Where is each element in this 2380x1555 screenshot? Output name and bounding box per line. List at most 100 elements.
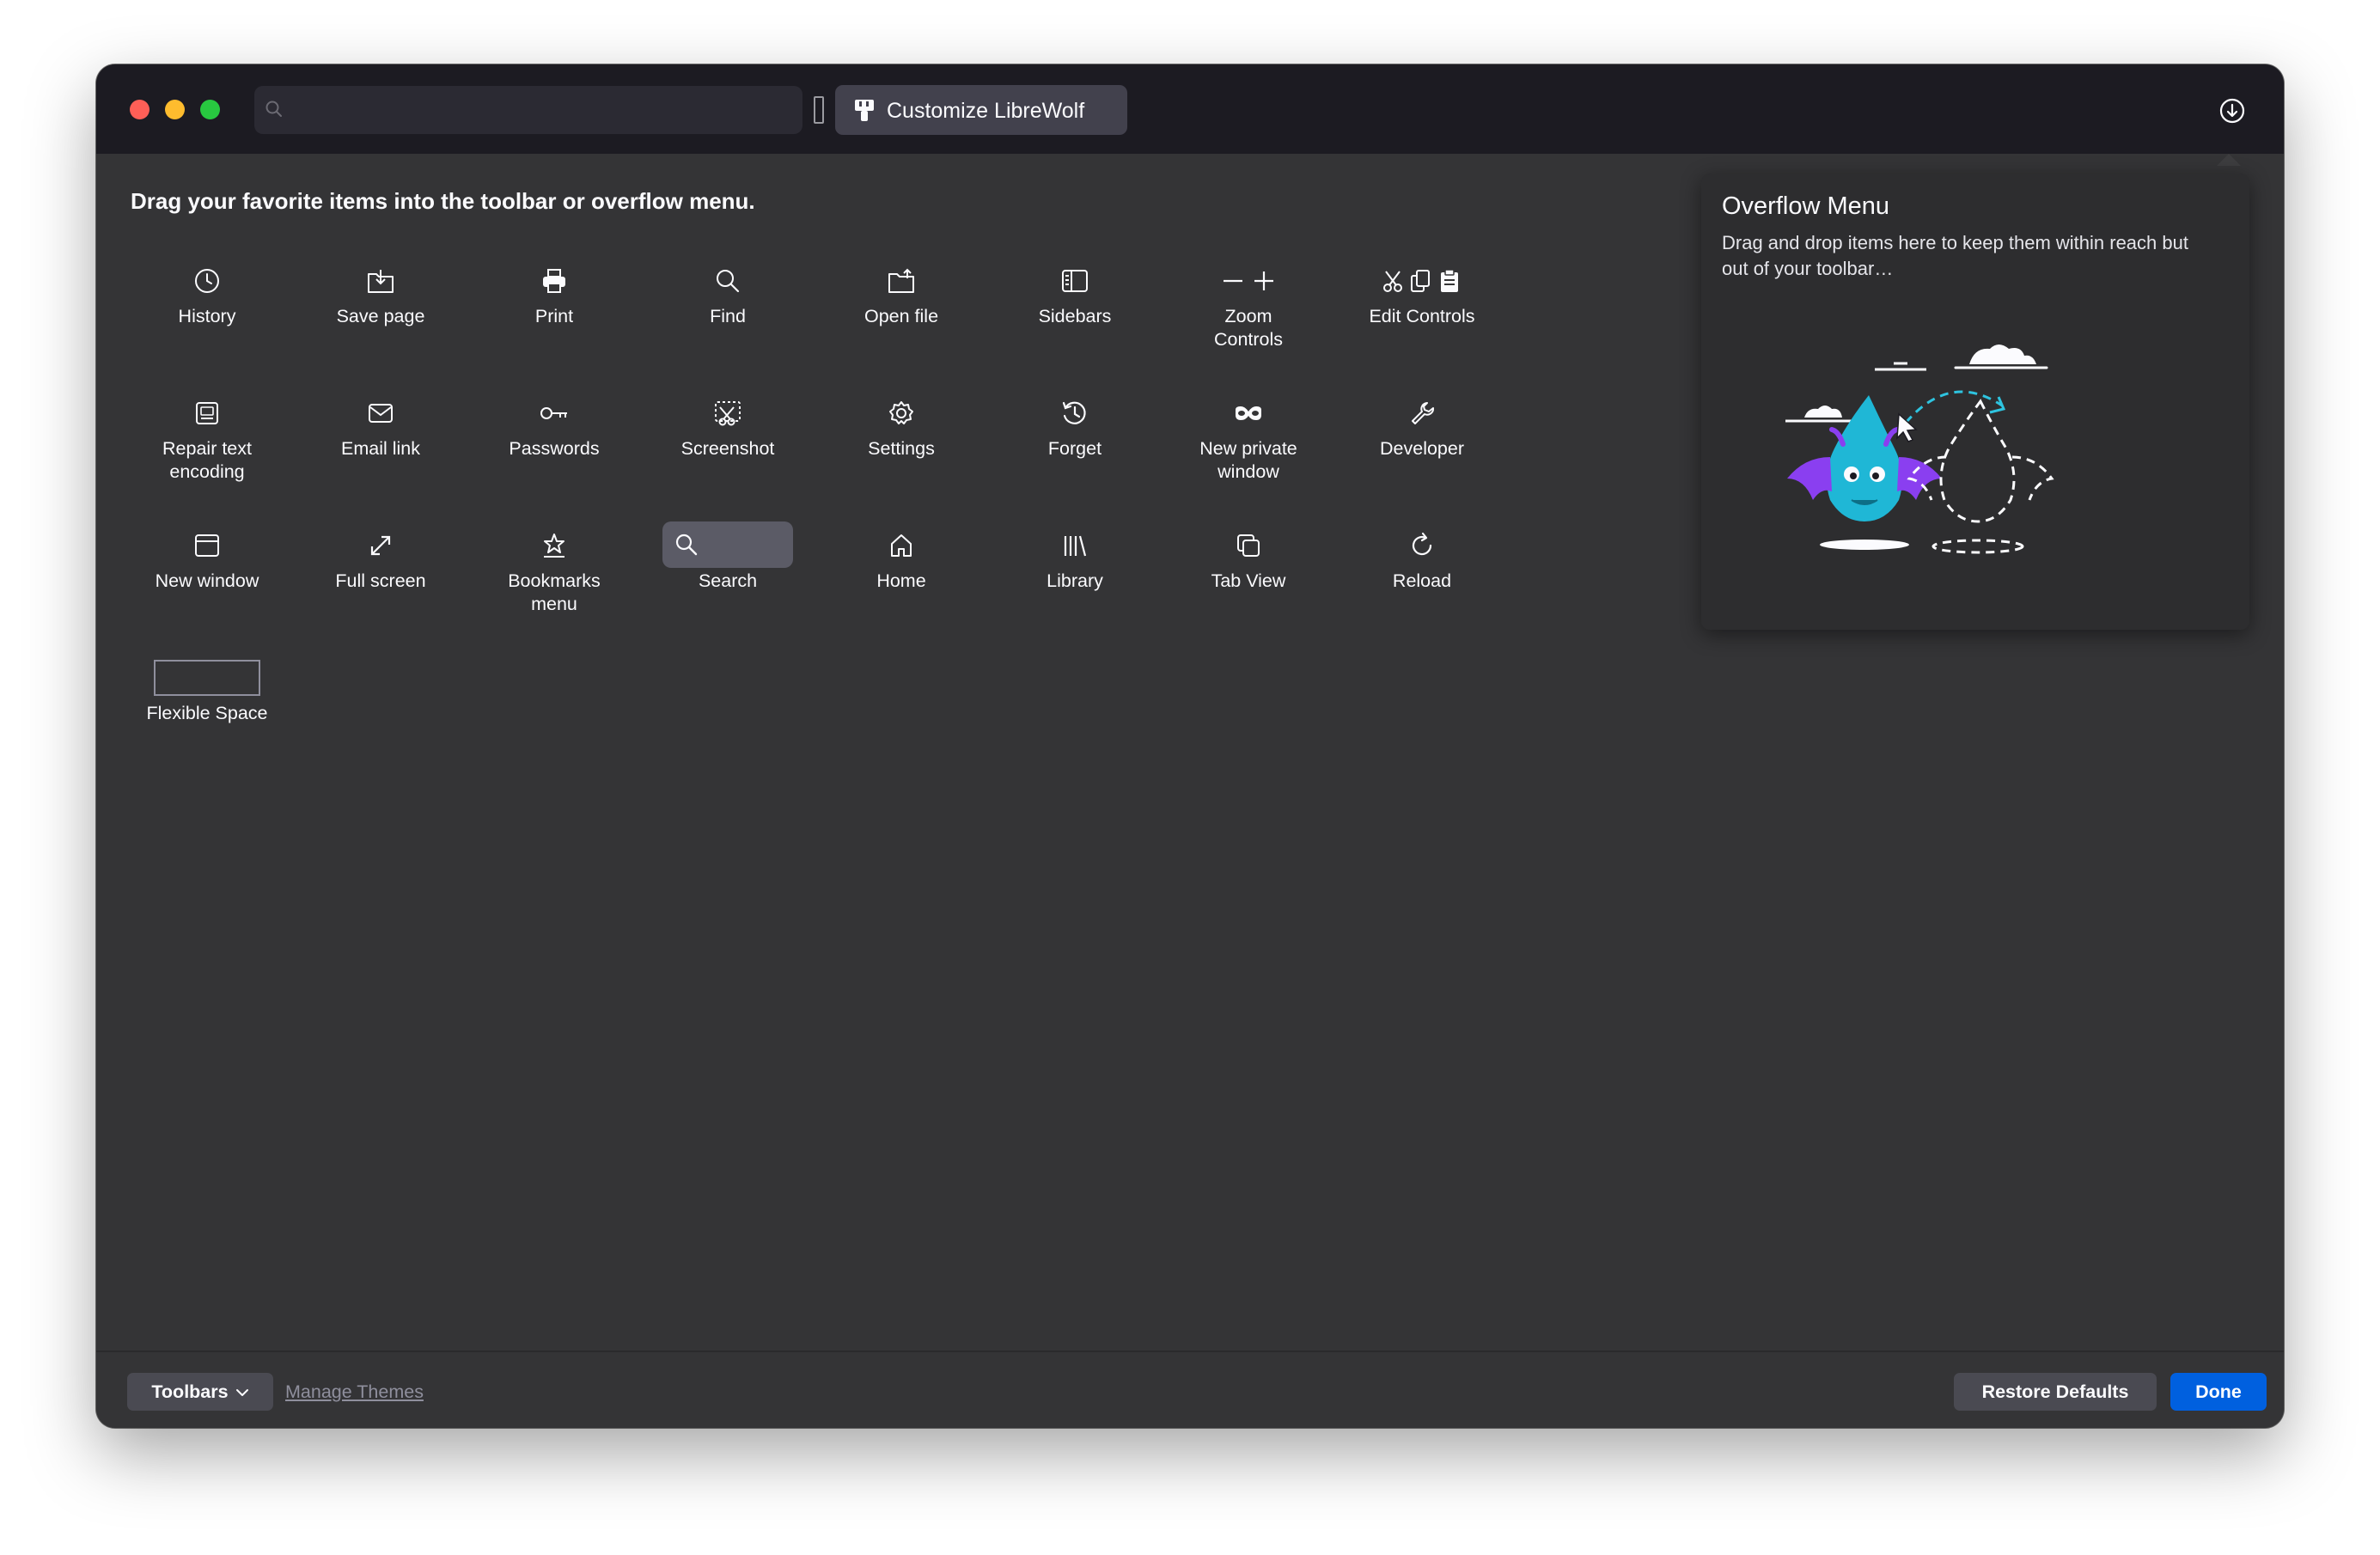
search-field-placeholder bbox=[662, 521, 793, 568]
email-icon bbox=[295, 396, 467, 430]
palette-item-library[interactable]: Library bbox=[989, 528, 1161, 593]
palette-item-save-page[interactable]: Save page bbox=[295, 264, 467, 328]
zoom-controls-icon bbox=[1163, 264, 1334, 298]
new-window-icon bbox=[121, 528, 293, 563]
item-label: Zoom Controls bbox=[1213, 306, 1284, 350]
customize-instructions: Drag your favorite items into the toolba… bbox=[131, 188, 755, 214]
zoom-window-button[interactable] bbox=[200, 100, 220, 119]
done-button[interactable]: Done bbox=[2170, 1373, 2267, 1411]
print-icon bbox=[468, 264, 640, 298]
palette-item-developer[interactable]: Developer bbox=[1336, 396, 1508, 460]
url-bar[interactable] bbox=[254, 86, 802, 134]
find-icon bbox=[642, 264, 814, 298]
item-label: Library bbox=[1047, 570, 1103, 591]
palette-item-print[interactable]: Print bbox=[468, 264, 640, 328]
item-label: Print bbox=[534, 306, 574, 326]
item-label: Save page bbox=[336, 306, 425, 326]
item-label: New window bbox=[155, 570, 259, 591]
overflow-menu-panel[interactable]: Overflow Menu Drag and drop items here t… bbox=[1701, 174, 2249, 630]
item-label: Find bbox=[710, 306, 746, 326]
home-icon bbox=[815, 528, 987, 563]
item-label: Settings bbox=[868, 438, 935, 459]
palette-item-bookmarks-menu[interactable]: Bookmarks menu bbox=[468, 528, 640, 616]
item-label: Search bbox=[698, 570, 758, 591]
palette-item-forget[interactable]: Forget bbox=[989, 396, 1161, 460]
item-label: Repair text encoding bbox=[162, 438, 252, 482]
item-label: New private window bbox=[1199, 438, 1297, 482]
tab-title: Customize LibreWolf bbox=[887, 99, 1085, 123]
title-bar: Customize LibreWolf bbox=[96, 64, 2284, 154]
edit-controls-icon bbox=[1336, 264, 1508, 298]
palette-item-screenshot[interactable]: Screenshot bbox=[642, 396, 814, 460]
gear-icon bbox=[815, 396, 987, 430]
close-window-button[interactable] bbox=[130, 100, 150, 119]
screenshot-icon bbox=[642, 396, 814, 430]
item-label: Open file bbox=[864, 306, 939, 326]
bookmarks-icon bbox=[468, 528, 640, 563]
palette-item-search[interactable]: Search bbox=[642, 521, 814, 593]
tab-customize[interactable]: Customize LibreWolf bbox=[835, 85, 1127, 135]
palette-item-email-link[interactable]: Email link bbox=[295, 396, 467, 460]
palette-item-history[interactable]: History bbox=[121, 264, 293, 328]
search-icon bbox=[263, 98, 285, 125]
manage-themes-link[interactable]: Manage Themes bbox=[285, 1381, 424, 1403]
library-icon bbox=[989, 528, 1161, 563]
restore-defaults-button[interactable]: Restore Defaults bbox=[1954, 1373, 2157, 1411]
key-icon bbox=[468, 396, 640, 430]
downloads-icon[interactable] bbox=[2218, 97, 2246, 129]
minimize-window-button[interactable] bbox=[165, 100, 185, 119]
palette-item-find[interactable]: Find bbox=[642, 264, 814, 328]
wrench-icon bbox=[1336, 396, 1508, 430]
palette-item-tab-view[interactable]: Tab View bbox=[1163, 528, 1334, 593]
toolbars-label: Toolbars bbox=[151, 1381, 229, 1402]
item-label: Sidebars bbox=[1038, 306, 1112, 326]
save-page-icon bbox=[295, 264, 467, 298]
overflow-menu-title: Overflow Menu bbox=[1722, 192, 1890, 220]
text-encoding-icon bbox=[121, 396, 293, 430]
overflow-panel-arrow bbox=[2217, 154, 2241, 166]
item-label: Bookmarks menu bbox=[508, 570, 601, 614]
forget-icon bbox=[989, 396, 1161, 430]
chevron-down-icon bbox=[235, 1381, 249, 1403]
palette-item-repair-text-encoding[interactable]: Repair text encoding bbox=[121, 396, 293, 484]
palette-item-passwords[interactable]: Passwords bbox=[468, 396, 640, 460]
item-label: Edit Controls bbox=[1369, 306, 1475, 326]
palette-item-settings[interactable]: Settings bbox=[815, 396, 987, 460]
reload-icon bbox=[1336, 528, 1508, 563]
search-icon bbox=[675, 534, 698, 556]
palette-item-home[interactable]: Home bbox=[815, 528, 987, 593]
item-label: Full screen bbox=[335, 570, 426, 591]
palette-item-full-screen[interactable]: Full screen bbox=[295, 528, 467, 593]
customize-icon bbox=[852, 98, 876, 128]
tab-separator-icon bbox=[814, 96, 824, 124]
item-label: Reload bbox=[1392, 570, 1452, 591]
flexible-space-widget bbox=[121, 660, 293, 696]
palette-item-zoom-controls[interactable]: Zoom Controls bbox=[1163, 264, 1334, 351]
sidebars-icon bbox=[989, 264, 1161, 298]
history-icon bbox=[121, 264, 293, 298]
palette-item-reload[interactable]: Reload bbox=[1336, 528, 1508, 593]
palette-item-sidebars[interactable]: Sidebars bbox=[989, 264, 1161, 328]
search-widget bbox=[642, 521, 814, 568]
private-browsing-icon bbox=[1163, 396, 1334, 430]
item-label: Home bbox=[876, 570, 926, 591]
item-label: Forget bbox=[1047, 438, 1102, 459]
palette-item-flexible-space[interactable]: Flexible Space bbox=[121, 660, 293, 725]
palette-item-new-private-window[interactable]: New private window bbox=[1163, 396, 1334, 484]
palette-item-edit-controls[interactable]: Edit Controls bbox=[1336, 264, 1508, 328]
item-label: Flexible Space bbox=[146, 703, 268, 723]
flexible-space-placeholder bbox=[154, 660, 260, 696]
tab-view-icon bbox=[1163, 528, 1334, 563]
browser-window: Customize LibreWolf Drag your favorite i… bbox=[96, 64, 2284, 1428]
overflow-menu-description: Drag and drop items here to keep them wi… bbox=[1722, 232, 2188, 279]
item-label: Passwords bbox=[509, 438, 600, 459]
item-label: Screenshot bbox=[680, 438, 775, 459]
item-label: Email link bbox=[341, 438, 420, 459]
open-file-icon bbox=[815, 264, 987, 298]
fullscreen-icon bbox=[295, 528, 467, 563]
palette-item-new-window[interactable]: New window bbox=[121, 528, 293, 593]
palette-item-open-file[interactable]: Open file bbox=[815, 264, 987, 328]
customize-footer: Toolbars Manage Themes Restore Defaults … bbox=[96, 1351, 2284, 1428]
item-label: Tab View bbox=[1211, 570, 1286, 591]
toolbars-button[interactable]: Toolbars bbox=[127, 1373, 273, 1411]
